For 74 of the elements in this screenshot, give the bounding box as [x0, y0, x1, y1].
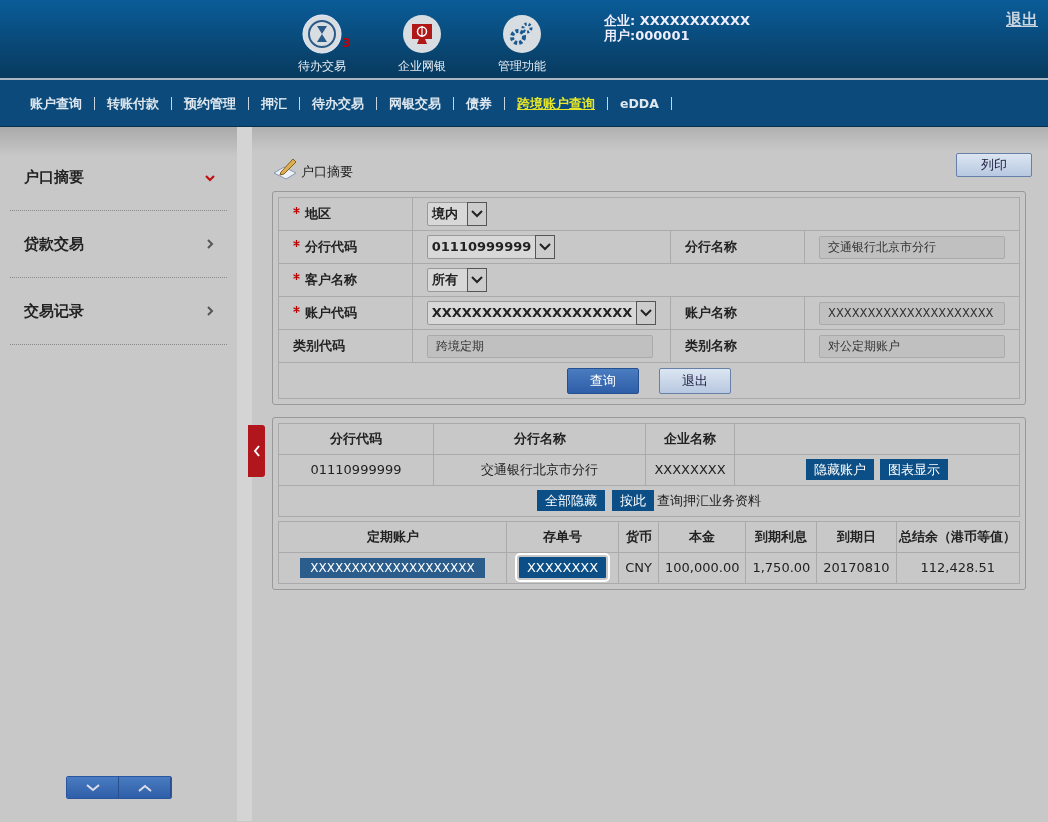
table-button[interactable]: 隐藏账户 — [805, 458, 874, 481]
column-header: 定期账户 — [278, 521, 507, 552]
column-header: 总结余（港币等值） — [896, 521, 1020, 552]
nav-link[interactable]: 网银交易 — [377, 96, 454, 110]
table-button[interactable]: 全部隐藏 — [537, 489, 605, 512]
column-header: 企业名称 — [645, 423, 735, 454]
nav-link[interactable]: 押汇 — [249, 96, 300, 110]
field-label: 账户名称 — [685, 304, 738, 320]
field-label: 类别代码 — [293, 337, 345, 353]
page-title: 户口摘要 — [301, 162, 354, 181]
nav-link[interactable]: 预约管理 — [172, 96, 249, 110]
table-cell: 112,428.51 — [896, 552, 1020, 583]
table-cell: 20170810 — [816, 552, 896, 583]
readonly-field: 对公定期账户 — [819, 334, 1005, 358]
select-field[interactable]: XXXXXXXXXXXXXXXXXXXX — [426, 301, 657, 325]
table-cell: 01110999999 — [278, 454, 434, 485]
table-cell: 交通银行北京市分行 — [433, 454, 646, 485]
field-label: 分行名称 — [685, 238, 738, 254]
chevron-up-icon — [137, 783, 152, 792]
select-field[interactable]: 所有 — [426, 268, 487, 292]
shortcut-button[interactable]: 管理功能 — [482, 14, 562, 78]
chevron-down-icon — [85, 783, 100, 792]
field-label: 分行代码 — [305, 238, 357, 254]
readonly-field: 交通银行北京市分行 — [819, 235, 1005, 259]
field-label: 地区 — [305, 205, 331, 221]
pencil-note-icon — [272, 157, 298, 181]
note-text: 查询押汇业务资料 — [657, 491, 761, 510]
company-label: 企业: XXXXXXXXXXX — [604, 13, 750, 28]
count-label: 3 — [342, 35, 351, 52]
field-label: 账户代码 — [305, 304, 357, 320]
column-header: 存单号 — [506, 521, 619, 552]
hourglass-icon — [302, 14, 342, 54]
certificate-link[interactable]: XXXXXXXX — [518, 556, 607, 579]
column-header: 到期日 — [816, 521, 896, 552]
sidebar-item[interactable]: 户口摘要 — [10, 145, 227, 211]
scroll-up-button[interactable] — [119, 777, 171, 798]
nav-link[interactable]: 跨境账户查询 — [505, 96, 608, 110]
table-button[interactable]: 图表显示 — [880, 458, 949, 481]
user-label: 用户:000001 — [604, 28, 691, 43]
print-button[interactable]: 列印 — [956, 153, 1032, 177]
account-link[interactable]: XXXXXXXXXXXXXXXXXXXX — [300, 557, 485, 578]
table-cell: 100,000.00 — [658, 552, 746, 583]
sidebar-item[interactable]: 贷款交易 — [10, 211, 227, 278]
shortcut-button[interactable]: 待办交易 3 — [282, 14, 362, 78]
field-label: 客户名称 — [305, 271, 357, 287]
nav-link[interactable]: 债券 — [454, 96, 505, 110]
select-field[interactable]: 01110999999 — [426, 235, 556, 259]
column-header: 分行名称 — [433, 423, 646, 454]
monitor-dollar-icon — [402, 14, 442, 54]
collapse-tab[interactable] — [248, 425, 265, 477]
table-cell: 1,750.00 — [745, 552, 817, 583]
table-button[interactable]: 按此 — [611, 489, 654, 512]
exit-button[interactable]: 退出 — [658, 368, 731, 394]
gears-icon — [502, 14, 542, 54]
select-field[interactable]: 境内 — [426, 202, 487, 226]
nav-link[interactable]: 转账付款 — [95, 96, 172, 110]
nav-link[interactable]: 待办交易 — [300, 96, 377, 110]
readonly-field: 跨境定期 — [426, 334, 653, 358]
column-header: 分行代码 — [278, 423, 434, 454]
scroll-down-button[interactable] — [67, 777, 119, 798]
table-cell: XXXXXXXX — [645, 454, 735, 485]
sidebar-item[interactable]: 交易记录 — [10, 278, 227, 345]
logout-link[interactable]: 退出 — [1006, 8, 1038, 32]
query-button[interactable]: 查询 — [567, 368, 640, 394]
nav-link[interactable]: 账户查询 — [18, 96, 95, 110]
readonly-field: XXXXXXXXXXXXXXXXXXXXX — [819, 301, 1005, 325]
table-cell: CNY — [618, 552, 659, 583]
column-header: 到期利息 — [745, 521, 817, 552]
column-header: 本金 — [658, 521, 746, 552]
nav-link[interactable]: eDDA — [608, 96, 672, 110]
field-label: 类别名称 — [685, 337, 738, 353]
shortcut-button[interactable]: 企业网银 — [382, 14, 462, 78]
column-header: 货币 — [618, 521, 659, 552]
chevron-left-icon — [252, 445, 261, 457]
